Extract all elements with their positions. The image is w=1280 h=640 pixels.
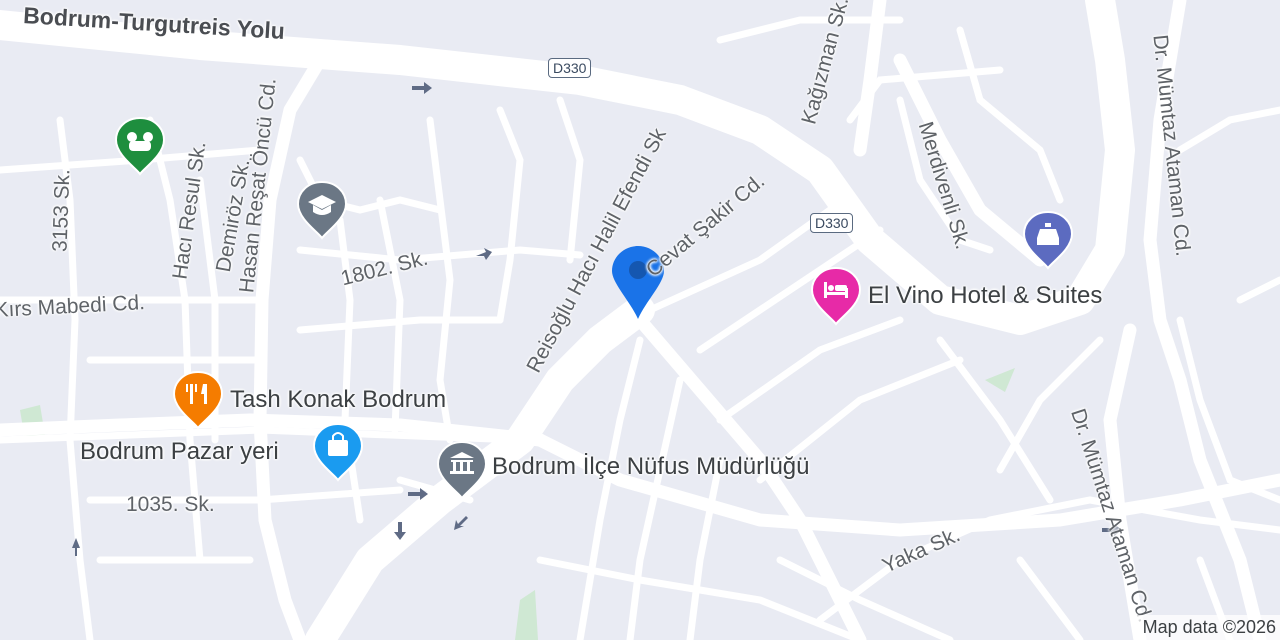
road-label-3153: 3153 Sk.: [48, 168, 75, 253]
poi-label-registry[interactable]: Bodrum İlçe Nüfus Müdürlüğü: [492, 455, 809, 479]
route-shield-d330: D330: [548, 58, 592, 78]
map-attribution: Map data ©2026: [1136, 615, 1280, 640]
poi-label-market[interactable]: Bodrum Pazar yeri: [80, 440, 279, 464]
route-shield-d330: D330: [810, 213, 854, 233]
poi-label-restaurant[interactable]: Tash Konak Bodrum: [230, 388, 446, 412]
poi-label-hotel[interactable]: El Vino Hotel & Suites: [868, 284, 1102, 308]
road-label-1035: 1035. Sk.: [126, 493, 215, 516]
map-canvas[interactable]: [0, 0, 1280, 640]
